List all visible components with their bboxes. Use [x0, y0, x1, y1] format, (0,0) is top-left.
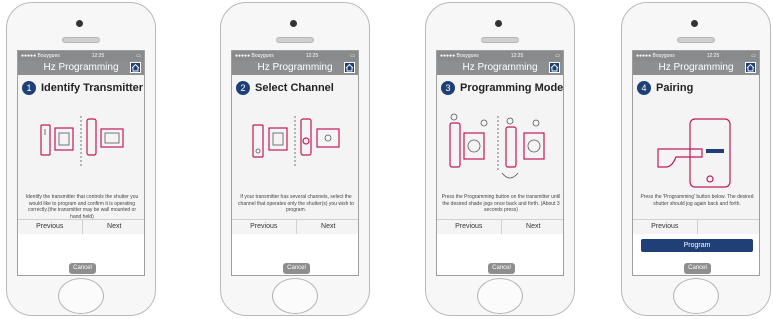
cancel-button[interactable]: Cancel	[684, 263, 711, 274]
next-button[interactable]: Next	[81, 220, 145, 234]
speaker-slot	[481, 37, 519, 43]
step-header: 3 Programming Mode	[437, 75, 563, 97]
phone-1: ●●●●● Bouygues 12:25 ▭ Hz Programming 1 …	[6, 2, 156, 316]
next-button[interactable]: Next	[295, 220, 359, 234]
battery-icon: ▭	[555, 53, 560, 59]
phone-3: ●●●●● Bouygues 12:25 ▭ Hz Programming 3 …	[425, 2, 575, 316]
previous-button[interactable]: Previous	[633, 220, 697, 234]
step-header: 4 Pairing	[633, 75, 759, 97]
carrier-label: ●●●●● Bouygues	[235, 53, 274, 59]
previous-button[interactable]: Previous	[18, 220, 82, 234]
step-header: 1 Identify Transmitter	[18, 75, 144, 97]
screen-pairing: ●●●●● Bouygues 12:25 ▭ Hz Programming 4 …	[632, 50, 760, 276]
navigation-row: Previous Next	[18, 219, 145, 235]
speaker-slot	[62, 37, 100, 43]
home-icon[interactable]	[130, 62, 141, 73]
home-button[interactable]	[673, 278, 719, 314]
step-title: Programming Mode	[460, 82, 564, 94]
programming-button-illustration	[449, 113, 545, 179]
screen-select-channel: ●●●●● Bouygues 12:25 ▭ Hz Programming 2 …	[231, 50, 359, 276]
home-icon[interactable]	[344, 62, 355, 73]
previous-button[interactable]: Previous	[232, 220, 296, 234]
carrier-label: ●●●●● Bouygues	[440, 53, 479, 59]
pairing-phone-illustration	[657, 118, 731, 188]
phone-2: ●●●●● Bouygues 12:25 ▭ Hz Programming 2 …	[220, 2, 370, 316]
step-description: If your transmitter has several channels…	[238, 194, 354, 213]
app-title: Hz Programming	[658, 62, 734, 73]
home-icon[interactable]	[745, 62, 756, 73]
program-button[interactable]: Program	[641, 239, 753, 252]
navigation-row: Previous Next	[232, 219, 359, 235]
cancel-button[interactable]: Cancel	[69, 263, 96, 274]
step-number-badge: 4	[637, 81, 651, 95]
navigation-row: Previous	[633, 219, 760, 235]
nav-bar: Hz Programming	[633, 61, 759, 75]
status-bar: ●●●●● Bouygues 12:25 ▭	[437, 51, 563, 61]
battery-icon: ▭	[350, 53, 355, 59]
time-label: 12:25	[305, 53, 319, 59]
step-description: Identify the transmitter that controls t…	[25, 194, 139, 220]
next-button[interactable]: Next	[500, 220, 564, 234]
step-number-badge: 1	[22, 81, 36, 95]
step-number-badge: 2	[236, 81, 250, 95]
step-description: Press the 'Programming' button below. Th…	[640, 194, 754, 207]
screen-identify-transmitter: ●●●●● Bouygues 12:25 ▭ Hz Programming 1 …	[17, 50, 145, 276]
home-button[interactable]	[272, 278, 318, 314]
cancel-button[interactable]: Cancel	[488, 263, 515, 274]
time-label: 12:25	[510, 53, 524, 59]
status-bar: ●●●●● Bouygues 12:25 ▭	[18, 51, 144, 61]
carrier-label: ●●●●● Bouygues	[636, 53, 675, 59]
status-bar: ●●●●● Bouygues 12:25 ▭	[633, 51, 759, 61]
channel-illustration	[252, 116, 340, 166]
camera-dot	[76, 20, 83, 27]
camera-dot	[691, 20, 698, 27]
cancel-button[interactable]: Cancel	[283, 263, 310, 274]
home-button[interactable]	[477, 278, 523, 314]
previous-button[interactable]: Previous	[437, 220, 501, 234]
battery-icon: ▭	[136, 53, 141, 59]
status-bar: ●●●●● Bouygues 12:25 ▭	[232, 51, 358, 61]
screen-programming-mode: ●●●●● Bouygues 12:25 ▭ Hz Programming 3 …	[436, 50, 564, 276]
nav-bar: Hz Programming	[437, 61, 563, 75]
time-label: 12:25	[91, 53, 105, 59]
home-icon[interactable]	[549, 62, 560, 73]
app-title: Hz Programming	[257, 62, 333, 73]
phone-4: ●●●●● Bouygues 12:25 ▭ Hz Programming 4 …	[621, 2, 771, 316]
camera-dot	[495, 20, 502, 27]
step-number-badge: 3	[441, 81, 455, 95]
home-button[interactable]	[58, 278, 104, 314]
camera-dot	[290, 20, 297, 27]
step-title: Pairing	[656, 82, 694, 94]
step-description: Press the Programming button on the tran…	[441, 194, 561, 213]
next-button-empty	[696, 220, 760, 234]
carrier-label: ●●●●● Bouygues	[21, 53, 60, 59]
step-header: 2 Select Channel	[232, 75, 358, 97]
transmitter-illustration	[40, 116, 124, 166]
speaker-slot	[276, 37, 314, 43]
app-title: Hz Programming	[43, 62, 119, 73]
battery-icon: ▭	[751, 53, 756, 59]
app-title: Hz Programming	[462, 62, 538, 73]
time-label: 12:25	[706, 53, 720, 59]
nav-bar: Hz Programming	[232, 61, 358, 75]
navigation-row: Previous Next	[437, 219, 564, 235]
speaker-slot	[677, 37, 715, 43]
step-title: Identify Transmitter	[41, 82, 144, 94]
nav-bar: Hz Programming	[18, 61, 144, 75]
step-title: Select Channel	[255, 82, 334, 94]
